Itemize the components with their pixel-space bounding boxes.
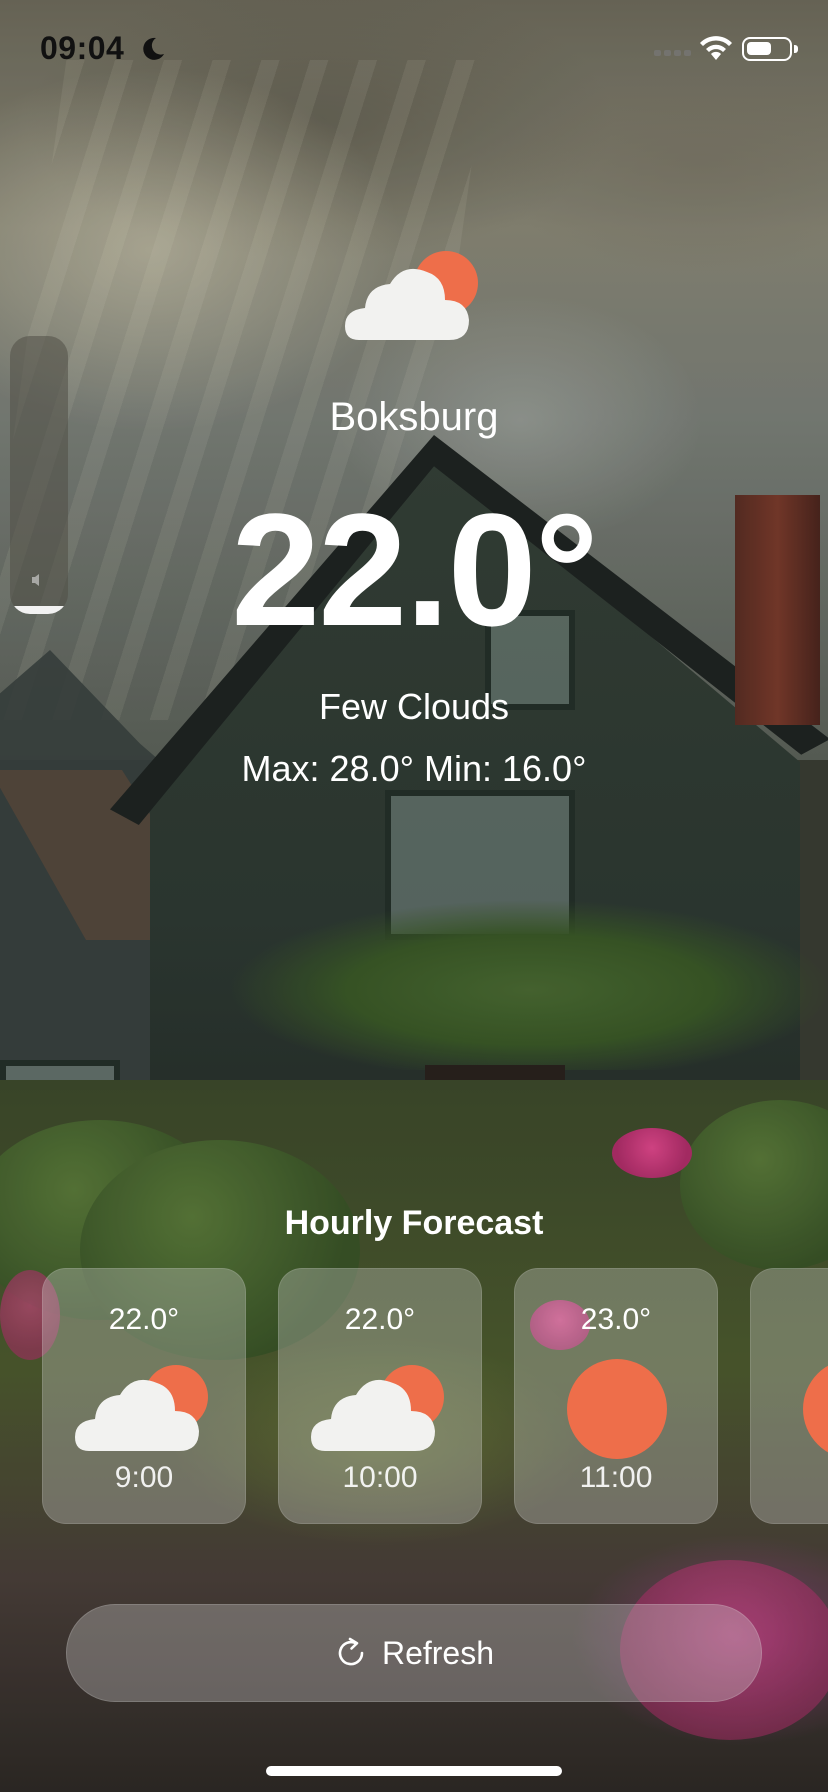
hourly-forecast-title: Hourly Forecast <box>284 1204 544 1242</box>
refresh-icon <box>338 1637 364 1666</box>
city-name: Boksburg <box>329 395 499 439</box>
sun-icon <box>567 1359 667 1459</box>
home-indicator[interactable] <box>266 1766 562 1776</box>
hourly-time: 11:00 <box>579 1461 653 1494</box>
status-time: 09:04 <box>40 30 125 66</box>
refresh-label: Refresh <box>381 1634 495 1671</box>
few-clouds-icon <box>311 1365 444 1451</box>
hourly-temp: 22.0° <box>108 1303 180 1336</box>
few-clouds-icon <box>345 251 478 340</box>
hourly-card[interactable] <box>750 1268 828 1524</box>
current-temperature: 22.0° <box>231 480 598 659</box>
hourly-temp: 23.0° <box>580 1303 652 1336</box>
hourly-forecast-list[interactable]: 22.0° 9:00 22.0° 10:00 23.0° 11:00 <box>42 1268 828 1524</box>
moon-icon <box>143 37 164 60</box>
hourly-temp: 22.0° <box>344 1303 416 1336</box>
few-clouds-icon <box>75 1365 208 1451</box>
wifi-icon <box>700 36 732 60</box>
hourly-time: 10:00 <box>342 1461 418 1494</box>
sun-icon <box>803 1365 828 1453</box>
max-min-temperature: Max: 28.0° Min: 16.0° <box>241 748 587 789</box>
battery-icon <box>742 37 798 61</box>
cellular-signal-icon <box>654 50 691 56</box>
refresh-button[interactable]: Refresh <box>66 1604 762 1702</box>
hourly-time: 9:00 <box>114 1461 174 1494</box>
weather-condition: Few Clouds <box>318 686 510 727</box>
hourly-card[interactable]: 22.0° 10:00 <box>278 1268 482 1524</box>
hourly-card[interactable]: 23.0° 11:00 <box>514 1268 718 1524</box>
hourly-card[interactable]: 22.0° 9:00 <box>42 1268 246 1524</box>
